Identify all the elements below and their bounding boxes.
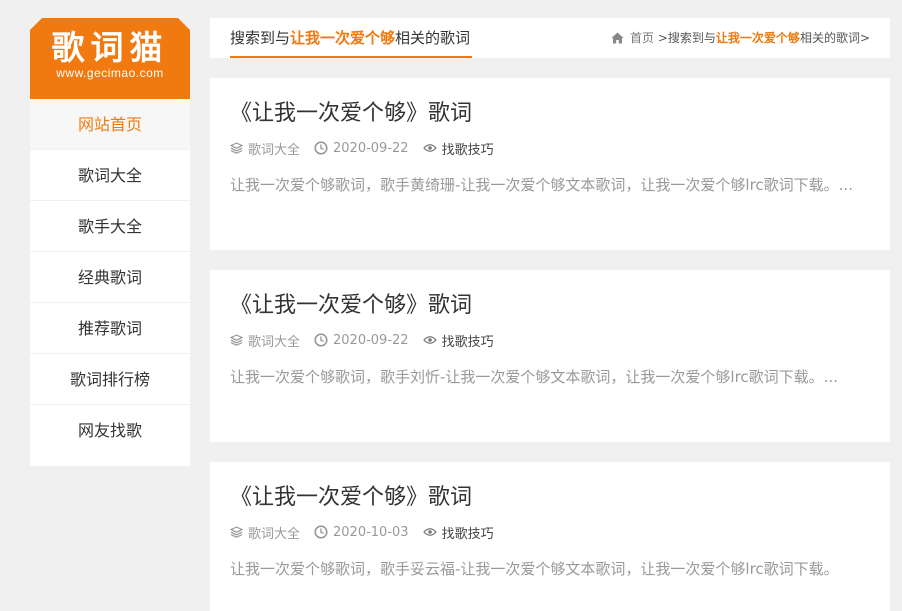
- result-excerpt: 让我一次爱个够歌词，歌手妥云福-让我一次爱个够文本歌词，让我一次爱个够lrc歌词…: [230, 560, 839, 578]
- meta-date: 2020-09-22: [314, 333, 409, 348]
- clock-icon: [314, 525, 328, 539]
- breadcrumb-separator: >: [654, 31, 668, 45]
- search-title-suffix: 相关的歌词: [395, 29, 471, 47]
- meta-date-label: 2020-09-22: [333, 140, 409, 156]
- search-title-prefix: 搜索到与: [230, 29, 291, 47]
- meta-category-label: 歌词大全: [248, 334, 301, 350]
- breadcrumb: 首页 >搜索到与让我一次爱个够相关的歌词>: [611, 18, 870, 58]
- nav-item-find-song[interactable]: 网友找歌: [30, 405, 190, 456]
- site-logo[interactable]: 歌词猫 www.gecimao.com: [30, 18, 190, 99]
- breadcrumb-suffix: 相关的歌词>: [799, 31, 870, 45]
- layers-icon: [230, 526, 243, 538]
- result-excerpt: 让我一次爱个够歌词，歌手黄绮珊-让我一次爱个够文本歌词，让我一次爱个够lrc歌词…: [230, 176, 853, 194]
- logo-title: 歌词猫: [51, 28, 169, 67]
- meta-category-label: 歌词大全: [248, 142, 301, 158]
- search-result-title: 搜索到与让我一次爱个够相关的歌词: [230, 18, 473, 58]
- meta-category: 歌词大全: [230, 139, 300, 158]
- logo-url: www.gecimao.com: [56, 66, 164, 80]
- home-icon[interactable]: [611, 20, 624, 60]
- meta-tag-link[interactable]: 找歌技巧: [442, 139, 494, 158]
- page: 歌词猫 www.gecimao.com 网站首页 歌词大全 歌手大全 经典歌词 …: [0, 0, 902, 611]
- eye-icon: [422, 144, 437, 152]
- clock-icon: [314, 333, 328, 347]
- result-card: 《让我一次爱个够》歌词 歌词大全 2020-09-22 找歌技巧 让我一次爱个够…: [210, 78, 890, 250]
- meta-tag-link[interactable]: 找歌技巧: [442, 331, 494, 350]
- breadcrumb-home-link[interactable]: 首页: [630, 31, 654, 45]
- nav-item-singers[interactable]: 歌手大全: [30, 201, 190, 252]
- result-meta: 歌词大全 2020-10-03 找歌技巧: [230, 523, 508, 542]
- meta-date: 2020-09-22: [314, 141, 409, 156]
- result-excerpt: 让我一次爱个够歌词，歌手刘忻-让我一次爱个够文本歌词，让我一次爱个够lrc歌词下…: [230, 368, 838, 386]
- result-card: 《让我一次爱个够》歌词 歌词大全 2020-09-22 找歌技巧 让我一次爱个够…: [210, 270, 890, 442]
- eye-icon: [422, 336, 437, 344]
- search-keyword: 让我一次爱个够: [290, 29, 396, 47]
- nav-item-classic[interactable]: 经典歌词: [30, 252, 190, 303]
- result-card: 《让我一次爱个够》歌词 歌词大全 2020-10-03 找歌技巧 让我一次爱个够…: [210, 462, 890, 611]
- meta-date-label: 2020-09-22: [333, 332, 409, 348]
- meta-tag-link[interactable]: 找歌技巧: [442, 523, 494, 542]
- clock-icon: [314, 141, 328, 155]
- result-title-link[interactable]: 《让我一次爱个够》歌词: [230, 291, 472, 321]
- meta-tag[interactable]: 找歌技巧: [422, 331, 494, 350]
- result-title-link[interactable]: 《让我一次爱个够》歌词: [230, 99, 472, 129]
- nav-item-home[interactable]: 网站首页: [30, 99, 190, 150]
- meta-date-label: 2020-10-03: [333, 524, 409, 540]
- sidebar: 歌词猫 www.gecimao.com 网站首页 歌词大全 歌手大全 经典歌词 …: [30, 18, 190, 466]
- nav-item-lyrics[interactable]: 歌词大全: [30, 150, 190, 201]
- search-header: 搜索到与让我一次爱个够相关的歌词 首页 >搜索到与让我一次爱个够相关的歌词>: [210, 18, 890, 58]
- eye-icon: [422, 528, 437, 536]
- meta-tag[interactable]: 找歌技巧: [422, 523, 494, 542]
- meta-category-label: 歌词大全: [248, 526, 301, 542]
- layers-icon: [230, 142, 243, 154]
- breadcrumb-keyword: 让我一次爱个够: [715, 31, 800, 45]
- breadcrumb-prefix: 搜索到与: [667, 31, 716, 45]
- meta-category: 歌词大全: [230, 523, 300, 542]
- nav-item-recommended[interactable]: 推荐歌词: [30, 303, 190, 354]
- meta-date: 2020-10-03: [314, 525, 409, 540]
- sidebar-nav: 网站首页 歌词大全 歌手大全 经典歌词 推荐歌词 歌词排行榜 网友找歌: [30, 99, 190, 456]
- layers-icon: [230, 334, 243, 346]
- meta-category: 歌词大全: [230, 331, 300, 350]
- meta-tag[interactable]: 找歌技巧: [422, 139, 494, 158]
- result-meta: 歌词大全 2020-09-22 找歌技巧: [230, 331, 508, 350]
- result-title-link[interactable]: 《让我一次爱个够》歌词: [230, 483, 472, 513]
- result-meta: 歌词大全 2020-09-22 找歌技巧: [230, 139, 508, 158]
- nav-item-ranking[interactable]: 歌词排行榜: [30, 354, 190, 405]
